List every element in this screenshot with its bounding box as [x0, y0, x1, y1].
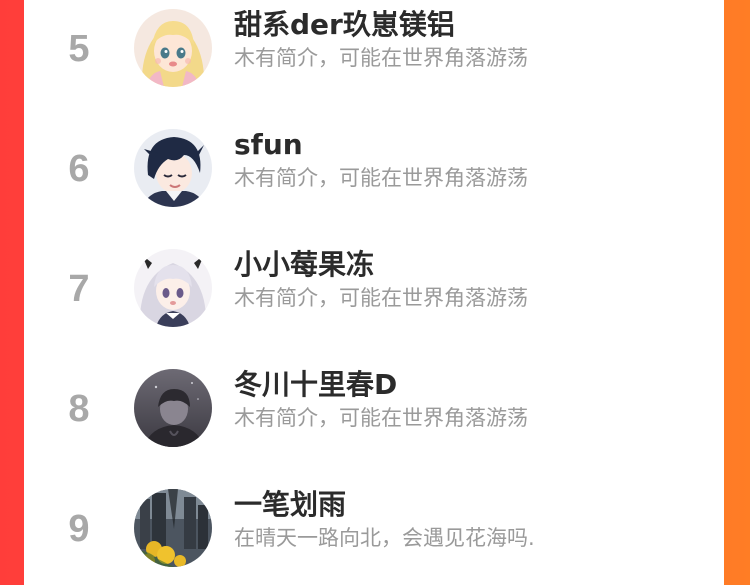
rank-number: 9: [68, 508, 90, 550]
anime-girl-blonde-avatar-icon[interactable]: [134, 9, 212, 87]
user-bio: 木有简介，可能在世界角落游荡: [234, 46, 528, 70]
ranking-row[interactable]: 5 甜系der玖崽镁铝 木有简介，可能在世界角落游荡: [24, 0, 724, 120]
user-name[interactable]: 甜系der玖崽镁铝: [234, 8, 455, 42]
ranking-row[interactable]: 6 sfun 木有简介，可能在世界角落游荡: [24, 120, 724, 240]
user-name[interactable]: 小小莓果冻: [234, 248, 374, 282]
rank-number: 5: [68, 28, 90, 70]
user-bio: 木有简介，可能在世界角落游荡: [234, 286, 528, 310]
dark-figure-avatar-icon[interactable]: [134, 369, 212, 447]
rank-number: 6: [68, 148, 90, 190]
user-name[interactable]: sfun: [234, 128, 303, 162]
ranking-row[interactable]: 9 一笔划雨 在晴天一路向北，会遇见花海吗.: [24, 480, 724, 585]
anime-girl-silver-hair-avatar-icon[interactable]: [134, 249, 212, 327]
user-bio: 在晴天一路向北，会遇见花海吗.: [234, 526, 535, 550]
rank-number: 7: [68, 268, 90, 310]
user-bio: 木有简介，可能在世界角落游荡: [234, 406, 528, 430]
city-flowers-avatar-icon[interactable]: [134, 489, 212, 567]
user-name[interactable]: 一笔划雨: [234, 488, 346, 522]
ranking-row[interactable]: 7 小小莓果冻 木有简介，可能在世界角落游荡: [24, 240, 724, 360]
anime-boy-dark-hair-avatar-icon[interactable]: [134, 129, 212, 207]
rank-number: 8: [68, 388, 90, 430]
ranking-row[interactable]: 8 冬川十里春D 木有简介，可能在世界角落游荡: [24, 360, 724, 480]
user-bio: 木有简介，可能在世界角落游荡: [234, 166, 528, 190]
user-name[interactable]: 冬川十里春D: [234, 368, 397, 402]
ranking-list-card: 5 甜系der玖崽镁铝 木有简介，可能在世界角落游荡 6 sfun 木有简介，可…: [24, 0, 724, 585]
